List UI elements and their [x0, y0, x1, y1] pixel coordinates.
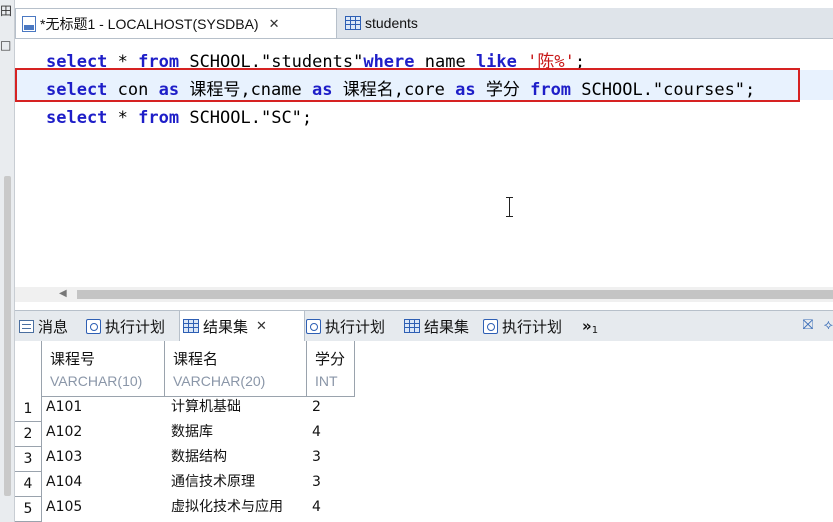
- tab-sql-editor-label: *无标题1 - LOCALHOST(SYSDBA): [40, 15, 259, 32]
- result-tab-bar: 消息 执行计划 结果集 ✕ 执行计划 结果集 执行计划 » 1 ⛝ ⟡: [15, 310, 833, 342]
- message-icon: [19, 319, 34, 333]
- tab-label: 结果集: [203, 317, 249, 336]
- tab-execution-plan-3[interactable]: 执行计划: [480, 311, 565, 341]
- table-cell[interactable]: 3: [312, 447, 321, 467]
- sql-keyword: select: [46, 108, 108, 128]
- table-cell[interactable]: 通信技术原理: [171, 472, 255, 492]
- column-header-course-name[interactable]: 课程名 VARCHAR(20): [165, 341, 307, 397]
- close-icon[interactable]: ✕: [256, 319, 267, 334]
- table-cell[interactable]: 计算机基础: [171, 397, 241, 417]
- tab-execution-plan-1[interactable]: 执行计划: [83, 311, 168, 341]
- sql-file-icon: [22, 15, 36, 32]
- tab-students-label: students: [365, 15, 418, 31]
- table-row[interactable]: 5 A105 虚拟化技术与应用 4: [15, 497, 355, 522]
- table-row[interactable]: 1 A101 计算机基础 2: [15, 397, 355, 422]
- table-row[interactable]: 4 A104 通信技术原理 3: [15, 472, 355, 497]
- table-cell[interactable]: A101: [46, 397, 82, 417]
- row-number[interactable]: 3: [15, 447, 42, 472]
- table-cell[interactable]: 虚拟化技术与应用: [171, 497, 283, 517]
- view-toolbar: ⛝ ⟡: [803, 317, 833, 333]
- row-number[interactable]: 2: [15, 422, 42, 447]
- row-number[interactable]: 1: [15, 397, 42, 422]
- column-header-credits[interactable]: 学分 INT: [307, 341, 355, 397]
- plan-icon: [483, 318, 498, 334]
- grid-icon: [183, 319, 199, 333]
- table-cell[interactable]: 2: [312, 397, 321, 417]
- table-row[interactable]: 3 A103 数据结构 3: [15, 447, 355, 472]
- table-cell[interactable]: A105: [46, 497, 82, 517]
- editor-tab-bar: *无标题1 - LOCALHOST(SYSDBA) ✕ students: [15, 8, 833, 39]
- table-cell[interactable]: 数据库: [171, 422, 213, 442]
- plan-icon: [306, 318, 321, 334]
- column-type: INT: [315, 373, 338, 389]
- pin-icon[interactable]: ⟡: [824, 317, 833, 333]
- selection-highlight-box: [15, 68, 800, 102]
- grid-icon: [404, 319, 420, 333]
- tab-students[interactable]: students: [339, 8, 464, 38]
- table-cell[interactable]: 3: [312, 472, 321, 492]
- tab-label: 结果集: [424, 317, 470, 336]
- tab-execution-plan-2[interactable]: 执行计划: [303, 311, 388, 341]
- table-cell[interactable]: A104: [46, 472, 82, 492]
- sql-keyword: from: [138, 108, 180, 128]
- tab-label: 执行计划: [325, 317, 386, 336]
- tab-result-set-1[interactable]: 结果集 ✕: [179, 311, 305, 341]
- row-number-header: [15, 341, 42, 397]
- sql-text: *: [107, 108, 139, 128]
- tab-label: 消息: [38, 317, 69, 336]
- column-name: 学分: [315, 350, 346, 368]
- left-panel-edge: 田 □: [0, 0, 15, 522]
- tab-label: 执行计划: [105, 317, 166, 336]
- code-line[interactable]: select * from SCHOOL."SC";: [46, 104, 755, 132]
- ibeam-cursor-icon: [506, 196, 514, 218]
- overflow-count: 1: [591, 324, 599, 336]
- column-header-course-id[interactable]: 课程号 VARCHAR(10): [42, 341, 165, 397]
- overflow-tabs-button[interactable]: » 1: [579, 311, 601, 341]
- scroll-left-icon[interactable]: ◀: [59, 288, 67, 299]
- tab-result-set-2[interactable]: 结果集: [401, 311, 472, 341]
- scrollbar-thumb[interactable]: [77, 290, 833, 299]
- row-number[interactable]: 4: [15, 472, 42, 497]
- column-type: VARCHAR(10): [50, 373, 143, 389]
- clear-icon[interactable]: ⛝: [803, 317, 814, 333]
- table-cell[interactable]: A103: [46, 447, 82, 467]
- tab-messages[interactable]: 消息: [16, 311, 71, 341]
- editor-horizontal-scrollbar[interactable]: ◀: [15, 287, 833, 302]
- chevron-double-right-icon: »: [582, 317, 592, 335]
- column-type: VARCHAR(20): [173, 373, 266, 389]
- plan-icon: [86, 318, 101, 334]
- table-cell[interactable]: 4: [312, 422, 321, 442]
- close-icon[interactable]: ✕: [269, 16, 280, 32]
- tab-label: 执行计划: [502, 317, 563, 336]
- table-cell[interactable]: 数据结构: [171, 447, 227, 467]
- table-cell[interactable]: A102: [46, 422, 82, 442]
- result-grid: 课程号 VARCHAR(10) 课程名 VARCHAR(20) 学分 INT 1…: [15, 341, 833, 522]
- sql-text: SCHOOL."SC";: [179, 108, 313, 128]
- table-cell[interactable]: 4: [312, 497, 321, 517]
- left-panel-fragment: 田: [0, 4, 13, 18]
- left-panel-fragment-2: □: [0, 38, 12, 52]
- column-name: 课程名: [173, 350, 219, 368]
- table-icon: [345, 16, 361, 30]
- row-number[interactable]: 5: [15, 497, 42, 522]
- tab-sql-editor[interactable]: *无标题1 - LOCALHOST(SYSDBA) ✕: [15, 8, 337, 38]
- table-row[interactable]: 2 A102 数据库 4: [15, 422, 355, 447]
- column-name: 课程号: [50, 350, 96, 368]
- left-panel-scrollbar[interactable]: [4, 176, 11, 496]
